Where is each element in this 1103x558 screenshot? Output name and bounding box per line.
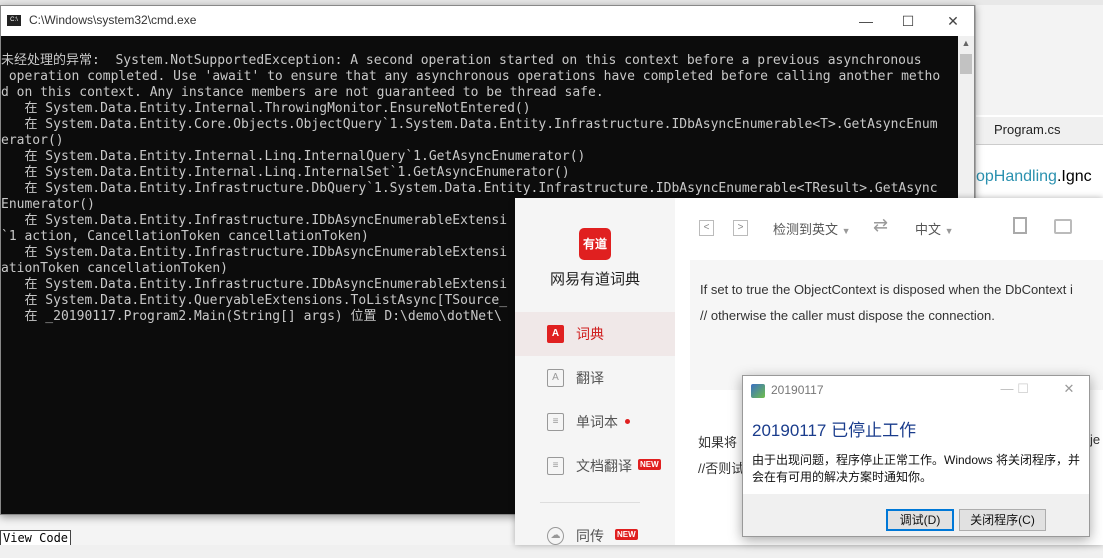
divider xyxy=(540,502,640,503)
cmd-icon: C:\ xyxy=(7,15,21,26)
back-button[interactable]: < xyxy=(699,220,714,236)
code-type: opHandling xyxy=(976,168,1057,185)
sidebar-item-dictionary[interactable]: A 词典 xyxy=(515,312,675,356)
new-badge: NEW xyxy=(638,459,661,470)
result-line: //否则试 xyxy=(698,461,745,476)
debug-button[interactable]: 调试(D) xyxy=(886,509,954,531)
source-language-select[interactable]: 检测到英文 ▼ xyxy=(773,219,851,238)
vs-toolbar-area xyxy=(976,5,1103,115)
console-line: 在 System.Data.Entity.Internal.ThrowingMo… xyxy=(1,101,531,116)
source-line: If set to true the ObjectContext is disp… xyxy=(700,282,1073,297)
wordbook-icon: ≡ xyxy=(547,413,564,431)
app-name: 网易有道词典 xyxy=(549,271,640,288)
dialog-title: 20190117 xyxy=(771,383,824,397)
translate-toolbar: < > 检测到英文 ▼ ⇄ 中文 ▼ xyxy=(675,198,1103,256)
document-icon: ≡ xyxy=(547,457,564,475)
swap-language-button[interactable]: ⇄ xyxy=(873,215,888,236)
view-code-button[interactable]: View Code xyxy=(0,530,72,545)
forward-button[interactable]: > xyxy=(733,220,748,236)
tab-program-cs[interactable]: Program.cs xyxy=(994,122,1060,137)
cloud-icon: ☁ xyxy=(547,527,564,545)
source-language: 检测到英文 xyxy=(773,222,839,237)
dialog-heading: 20190117 已停止工作 xyxy=(752,421,917,440)
cmd-title: C:\Windows\system32\cmd.exe xyxy=(29,13,197,27)
sidebar-item-wordbook[interactable]: ≡ 单词本 xyxy=(515,400,675,444)
sidebar-item-simultaneous[interactable]: ☁ 同传 NEW xyxy=(515,514,675,558)
target-language: 中文 xyxy=(915,222,942,237)
nav-label: 文档翻译 xyxy=(576,458,632,474)
source-text-area[interactable]: If set to true the ObjectContext is disp… xyxy=(690,260,1103,390)
target-language-select[interactable]: 中文 ▼ xyxy=(915,219,954,238)
result-line-end: je xyxy=(1090,432,1101,447)
console-line: 在 System.Data.Entity.Internal.Linq.Inter… xyxy=(1,165,570,180)
translate-icon: A xyxy=(547,369,564,387)
maximize-button[interactable]: ☐ xyxy=(888,9,928,33)
chevron-down-icon: ▼ xyxy=(944,226,954,236)
code-member: .Ignc xyxy=(1056,168,1092,185)
console-line: 未经处理的异常: System.NotSupportedException: A… xyxy=(1,53,922,68)
sidebar-item-translate[interactable]: A 翻译 xyxy=(515,356,675,400)
source-line: // otherwise the caller must dispose the… xyxy=(700,308,995,323)
vs-designer-area xyxy=(0,515,515,545)
nav-label: 词典 xyxy=(576,326,604,342)
scroll-up-icon[interactable]: ▲ xyxy=(958,38,974,48)
app-icon xyxy=(751,384,765,398)
youdao-logo: 有道 xyxy=(579,228,611,260)
new-badge: NEW xyxy=(615,529,638,540)
dictionary-icon: A xyxy=(547,325,564,343)
console-line: 在 System.Data.Entity.Internal.Linq.Inter… xyxy=(1,149,586,164)
code-line[interactable]: opHandling.Ignc xyxy=(976,168,1092,186)
notification-dot xyxy=(625,419,630,424)
screenshot-icon[interactable] xyxy=(1054,219,1072,234)
error-dialog: 20190117 — ☐ ✕ 20190117 已停止工作 由于出现问题，程序停… xyxy=(742,375,1090,537)
dialog-footer: 调试(D) 关闭程序(C) xyxy=(743,494,1089,536)
maximize-button[interactable]: ☐ xyxy=(1008,381,1038,397)
console-line: 在 System.Data.Entity.Infrastructure.DbQu… xyxy=(1,181,938,196)
cmd-title-bar[interactable]: C:\ C:\Windows\system32\cmd.exe — ☐ ✕ xyxy=(1,6,974,36)
chevron-down-icon: ▼ xyxy=(841,226,851,236)
nav-label: 翻译 xyxy=(576,370,604,386)
dialog-message: 由于出现问题，程序停止正常工作。Windows 将关闭程序，并会在有可用的解决方… xyxy=(752,453,1081,484)
document-icon[interactable] xyxy=(1013,217,1027,234)
youdao-sidebar: 有道 网易有道词典 A 词典 A 翻译 ≡ 单词本 ≡ 文档翻译 NEW ☁ 同传 NEW xyxy=(515,198,675,545)
result-line: 如果将 xyxy=(698,435,738,450)
minimize-button[interactable]: — xyxy=(846,9,886,33)
console-line: d on this context. Any instance members … xyxy=(1,85,604,100)
scrollbar-thumb[interactable] xyxy=(960,54,972,74)
console-line: 在 System.Data.Entity.Core.Objects.Object… xyxy=(1,117,938,132)
console-line: operation completed. Use 'await' to ensu… xyxy=(1,69,941,84)
nav-label: 同传 xyxy=(576,528,604,544)
nav-label: 单词本 xyxy=(576,414,618,430)
close-button[interactable]: ✕ xyxy=(933,9,973,33)
console-line: erator() xyxy=(1,133,64,148)
close-program-button[interactable]: 关闭程序(C) xyxy=(959,509,1046,531)
close-button[interactable]: ✕ xyxy=(1054,381,1084,397)
sidebar-item-document-translate[interactable]: ≡ 文档翻译 NEW xyxy=(515,444,675,488)
